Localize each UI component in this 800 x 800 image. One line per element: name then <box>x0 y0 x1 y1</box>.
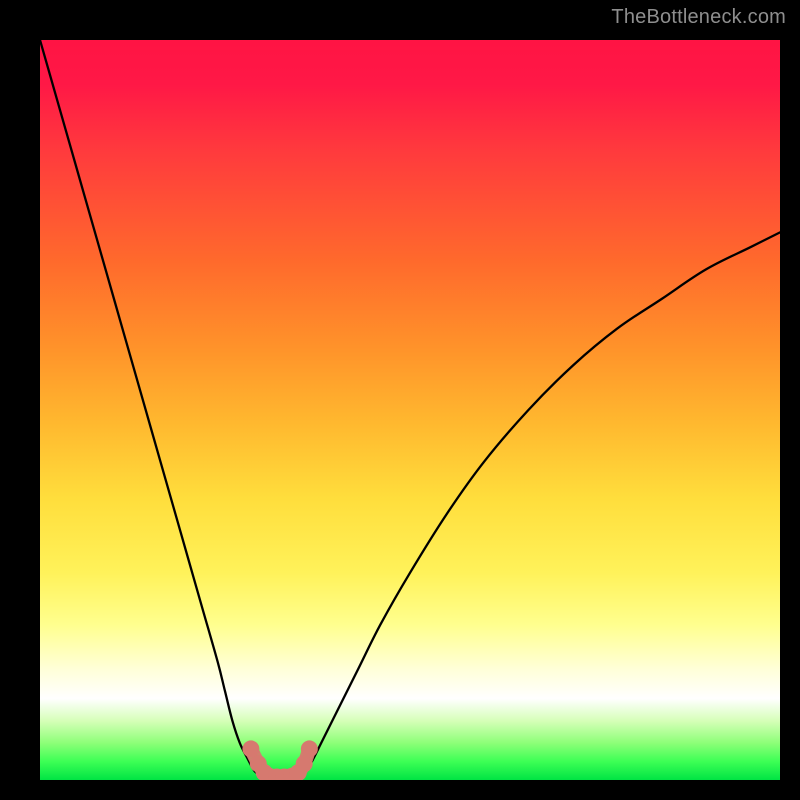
watermark-text: TheBottleneck.com <box>611 6 786 29</box>
valley-markers <box>242 740 317 780</box>
bottleneck-curve <box>40 40 780 777</box>
chart-frame: TheBottleneck.com <box>0 0 800 800</box>
curve-layer <box>40 40 780 780</box>
plot-area <box>40 40 780 780</box>
